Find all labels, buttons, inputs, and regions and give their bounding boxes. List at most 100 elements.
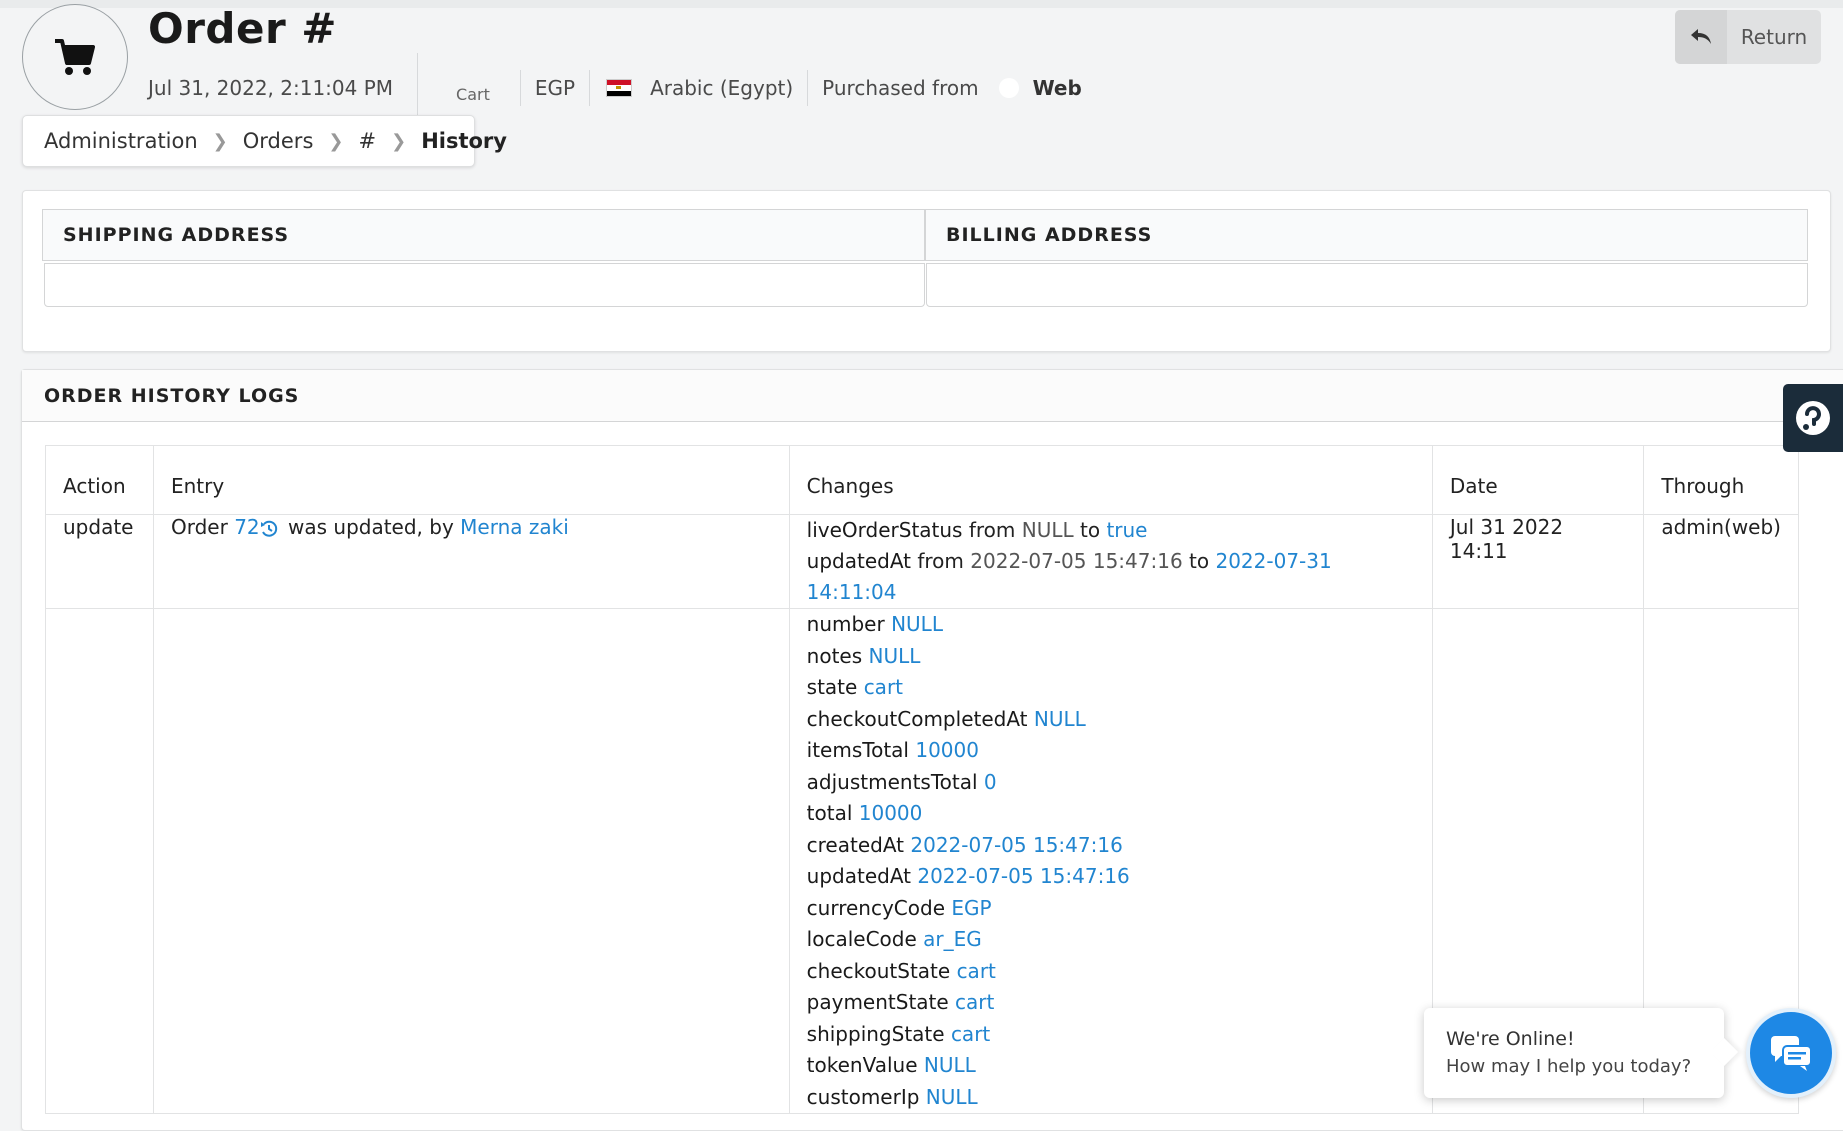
cart-icon [55,39,95,75]
address-card: SHIPPING ADDRESS BILLING ADDRESS [22,190,1831,352]
billing-address-header: BILLING ADDRESS [925,209,1808,261]
change-line: liveOrderStatus from NULL to true [807,515,1415,546]
field-key: total [806,801,853,825]
shipping-address-body [44,263,925,307]
field-key: itemsTotal [806,738,909,762]
field-line: number NULL [807,609,1415,641]
column-header-action: Action [45,445,154,515]
cell-changes: liveOrderStatus from NULL to true update… [788,514,1433,609]
field-line: localeCode ar_EG [807,924,1415,956]
change-from-value: 2022-07-05 15:47:16 [970,549,1183,573]
channel-color-dot [998,78,1019,98]
table-header-row: Action Entry Changes Date Through [45,445,1799,515]
egypt-flag-icon [606,79,633,97]
change-from-label: from [917,549,964,573]
change-key: liveOrderStatus [806,518,963,542]
field-value: cart [950,1021,991,1046]
order-history-title: ORDER HISTORY LOGS [22,370,1843,422]
cell-action: update [45,514,154,609]
reply-arrow-icon [1675,10,1727,64]
field-key: number [806,612,885,636]
column-header-date: Date [1431,445,1645,515]
field-value: 2022-07-05 15:47:16 [917,864,1130,888]
field-value: NULL [925,1084,978,1109]
field-line: customerIp NULL [807,1082,1415,1114]
cell-action [45,608,154,1114]
shipping-address-header: SHIPPING ADDRESS [42,209,925,261]
history-icon[interactable] [260,520,278,538]
field-value: NULL [1033,706,1086,731]
help-tab[interactable] [1783,384,1843,452]
field-value: NULL [868,643,921,668]
divider [417,53,419,123]
entry-object: Order [170,515,228,539]
chat-button[interactable] [1746,1008,1836,1098]
chat-bubbles-icon [1771,1036,1812,1071]
field-line: total 10000 [807,798,1415,830]
table-row: update Order 72 was updated, by Merna za… [45,514,1799,609]
cell-through: admin(web) [1643,514,1799,609]
order-meta: Jul 31, 2022, 2:11:04 PM Cart EGP Arabic… [148,53,1082,123]
field-value: cart [955,990,995,1014]
column-header-through: Through [1643,445,1799,515]
field-value: 2022-07-05 15:47:16 [910,832,1123,857]
field-line: shippingState cart [807,1019,1415,1051]
order-state-label: Cart [456,84,490,104]
breadcrumb-item-order[interactable]: # [358,129,376,153]
chat-greeting-popup[interactable]: We're Online! How may I help you today? [1424,1008,1724,1098]
divider [589,70,591,106]
page-title: Order # [148,4,337,53]
cell-changes: number NULL notes NULL state cart checko… [788,608,1433,1114]
user-link[interactable]: Merna zaki [460,515,569,539]
field-line: state cart [807,672,1415,704]
change-to-value: true [1106,518,1148,542]
purchased-from-label: Purchased from [822,76,979,100]
field-value: 10000 [858,801,923,825]
field-value: NULL [923,1053,976,1077]
field-key: currencyCode [806,895,945,920]
divider [519,70,521,106]
column-header-changes: Changes [788,445,1433,515]
field-key: customerIp [806,1084,920,1109]
return-button[interactable]: Return [1675,10,1821,64]
field-line: currencyCode EGP [807,893,1415,925]
field-value: cart [956,958,996,983]
field-key: adjustmentsTotal [806,769,978,794]
chevron-right-icon: ❯ [212,130,228,152]
billing-address-body [926,263,1808,307]
field-line: checkoutCompletedAt NULL [807,704,1415,736]
field-value: 10000 [915,738,979,762]
field-key: updatedAt [806,864,911,888]
entry-text: was updated, by [288,515,454,539]
change-from-label: from [968,518,1016,542]
field-value: 0 [983,769,997,794]
change-to-label: to [1080,518,1101,542]
field-line: notes NULL [807,641,1415,673]
field-key: shippingState [806,1021,945,1046]
change-line: updatedAt from 2022-07-05 15:47:16 to 20… [807,546,1415,608]
locale-name: Arabic (Egypt) [650,76,794,100]
currency-code: EGP [534,76,576,100]
chevron-right-icon: ❯ [328,130,344,152]
order-id-link[interactable]: 72 [234,515,259,539]
breadcrumb-item-history: History [421,129,507,153]
field-value: ar_EG [923,927,982,951]
field-line: updatedAt 2022-07-05 15:47:16 [807,861,1415,893]
change-key: updatedAt [806,549,911,573]
breadcrumb-item-orders[interactable]: Orders [243,129,314,153]
help-circle-icon [1796,401,1830,435]
field-key: localeCode [806,927,917,951]
field-value: EGP [951,895,992,920]
change-to-label: to [1189,549,1210,573]
field-line: paymentState cart [807,987,1415,1019]
cell-date: Jul 31 2022 14:11 [1431,514,1645,609]
field-key: createdAt [806,832,905,857]
chat-subtitle: How may I help you today? [1446,1056,1692,1077]
field-key: notes [806,643,863,668]
field-key: checkoutState [806,958,951,983]
field-value: cart [863,675,904,699]
breadcrumb-item-administration[interactable]: Administration [44,129,198,153]
order-header-icon [22,4,128,110]
divider [807,70,809,106]
order-date: Jul 31, 2022, 2:11:04 PM [148,76,394,100]
